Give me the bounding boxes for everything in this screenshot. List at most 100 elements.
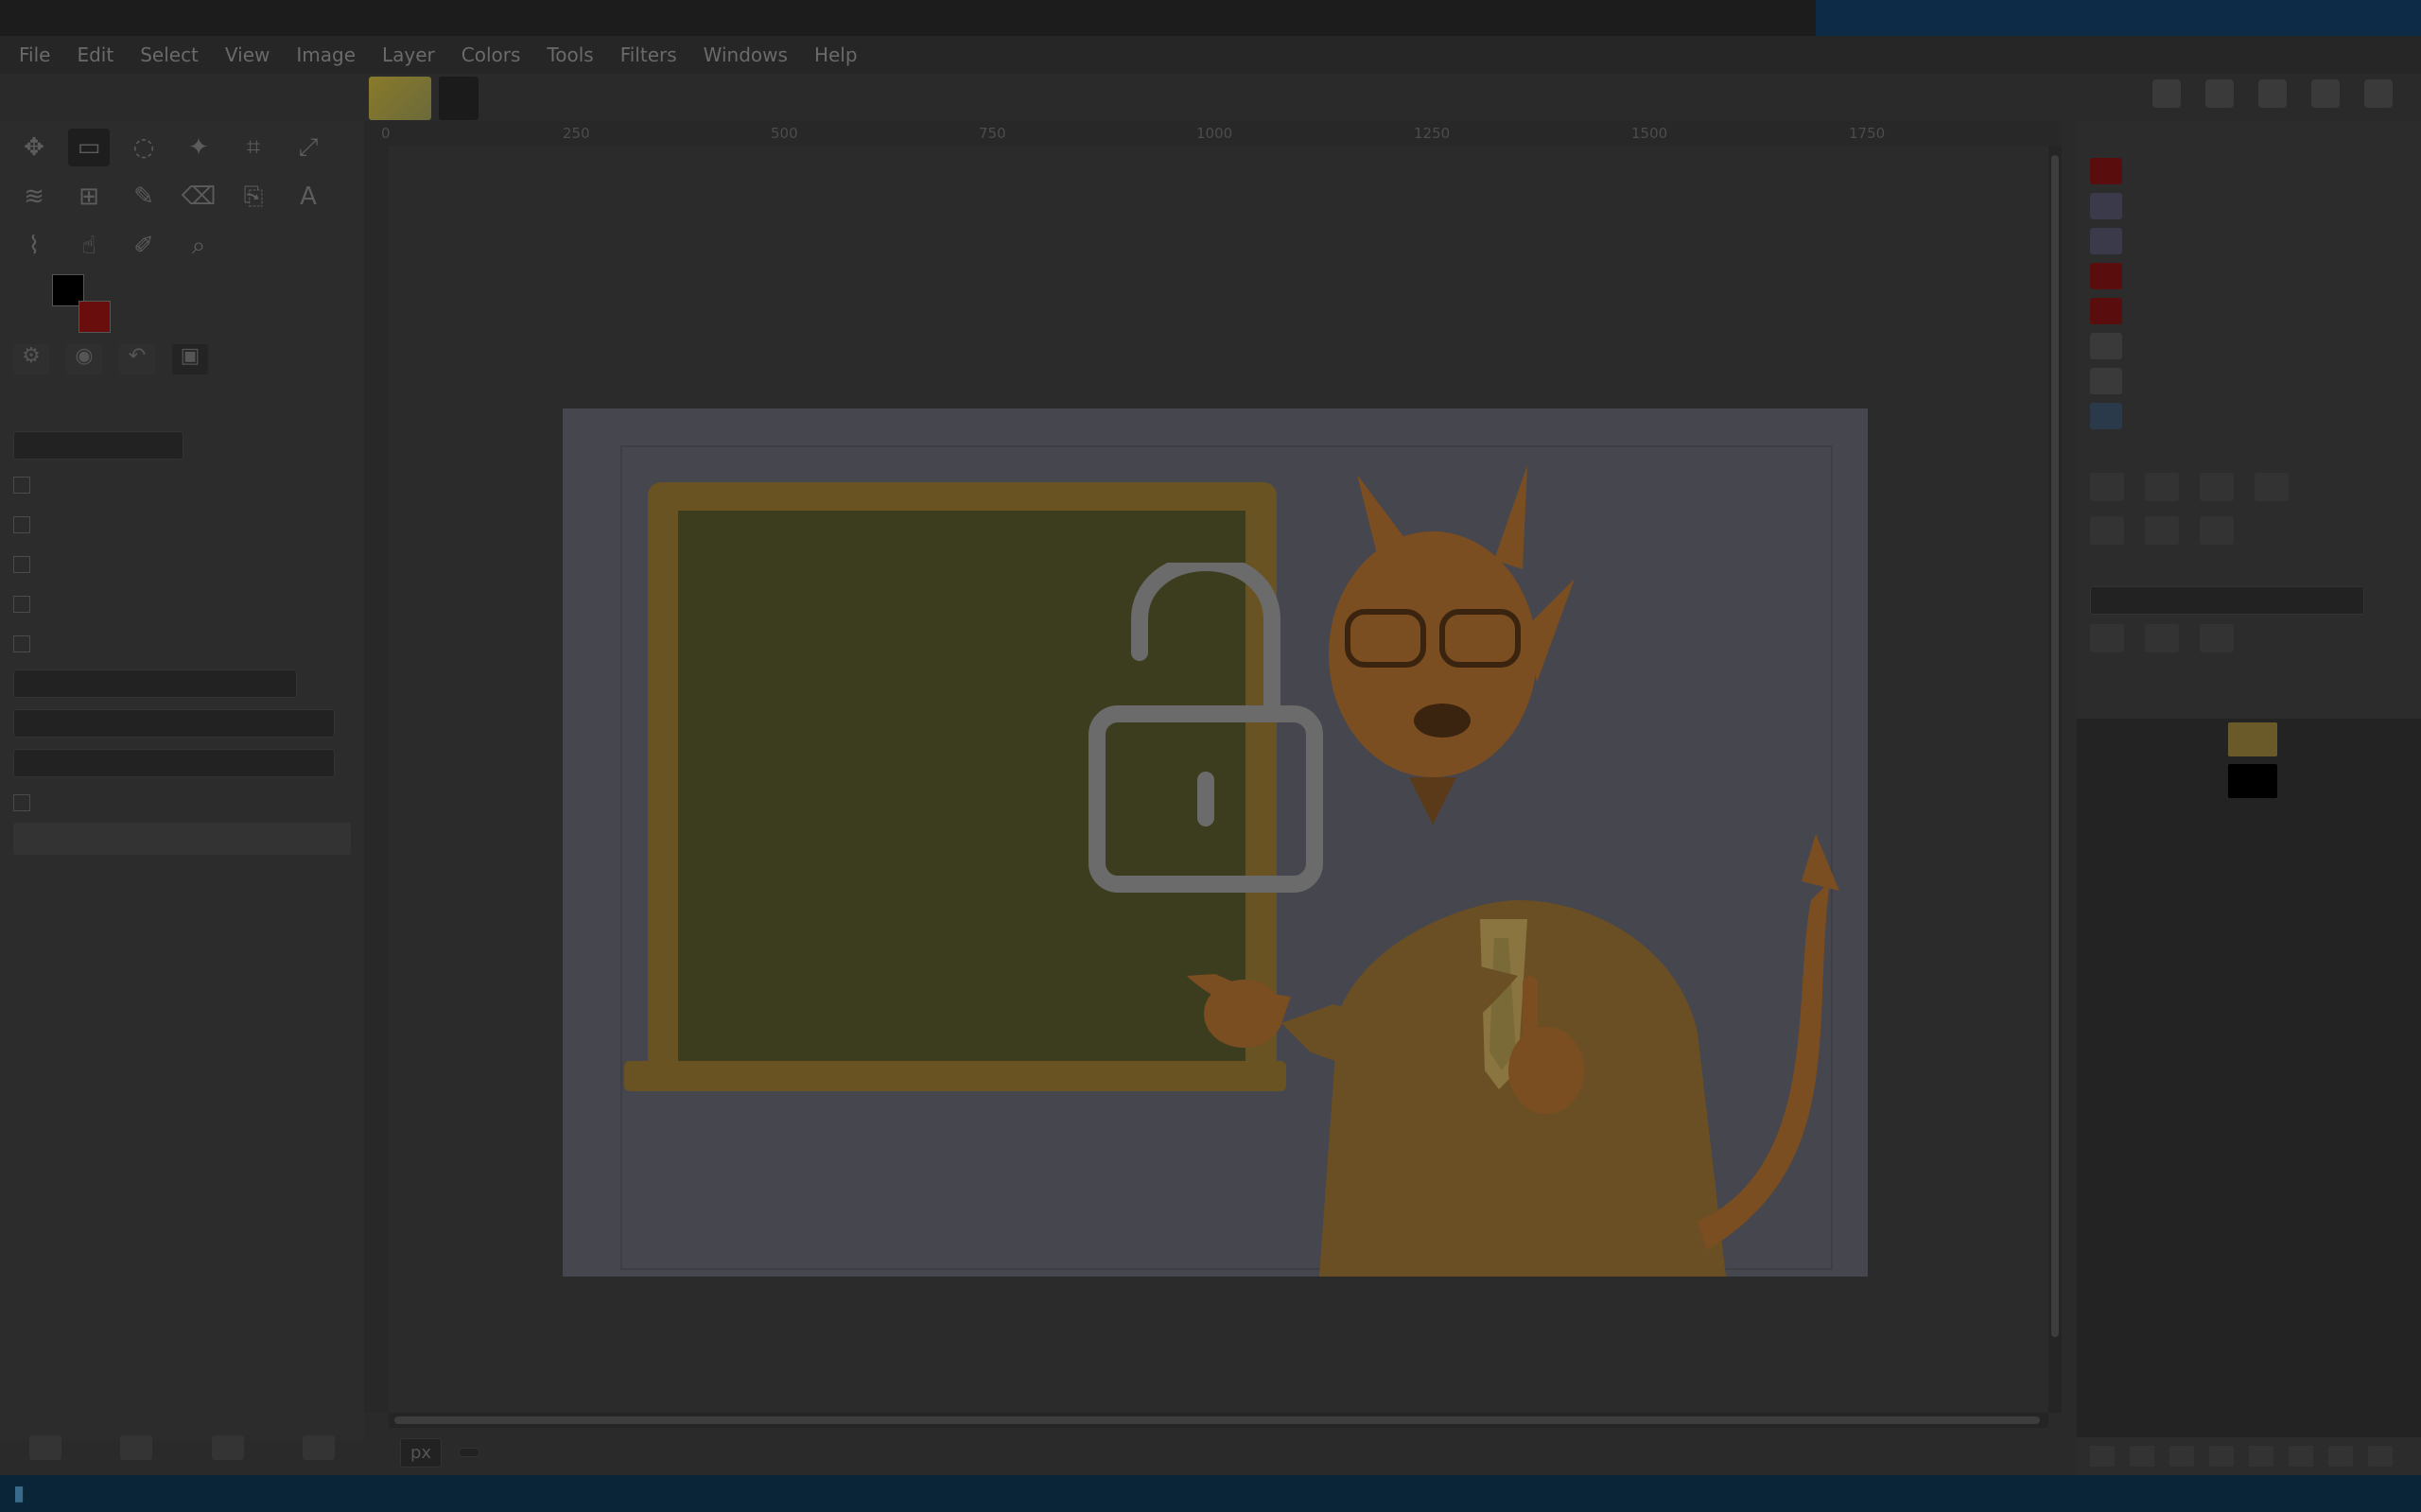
- channels-tab-icon[interactable]: [2145, 516, 2179, 545]
- menu-help[interactable]: Help: [801, 43, 871, 66]
- paintbrush-icon[interactable]: ✎: [123, 178, 165, 216]
- lock-alpha-icon[interactable]: [2200, 624, 2234, 652]
- menu-layer[interactable]: Layer: [369, 43, 448, 66]
- undo-history-tab[interactable]: ↶: [119, 344, 155, 374]
- scroll-thumb[interactable]: [394, 1416, 2040, 1424]
- merge-layer-icon[interactable]: [2289, 1446, 2313, 1467]
- unified-transform-icon[interactable]: ⊞: [68, 178, 110, 216]
- pattern-tab-icon[interactable]: [2205, 79, 2234, 108]
- brush-swatch: [2090, 297, 2122, 324]
- mask-icon[interactable]: [2328, 1446, 2353, 1467]
- brush-item[interactable]: [2077, 293, 2421, 328]
- move-icon[interactable]: ✥: [13, 129, 55, 166]
- menu-tools[interactable]: Tools: [533, 43, 606, 66]
- image-tab[interactable]: [439, 77, 479, 120]
- menu-edit[interactable]: Edit: [63, 43, 127, 66]
- brush-tab-icon[interactable]: [2152, 79, 2181, 108]
- feather-checkbox[interactable]: [13, 516, 30, 533]
- layer-mode-row[interactable]: [2077, 552, 2421, 584]
- lasso-icon[interactable]: ◌: [123, 129, 165, 166]
- fixed-checkbox[interactable]: [13, 635, 30, 652]
- text-icon[interactable]: A: [287, 178, 329, 216]
- layers-tab-icon[interactable]: [2090, 516, 2124, 545]
- image-tab-active[interactable]: [369, 77, 431, 120]
- transform-icon[interactable]: ⤢: [287, 129, 329, 166]
- paths-tab-icon[interactable]: [2200, 516, 2234, 545]
- history-tab-icon[interactable]: [2364, 79, 2393, 108]
- lock-position-icon[interactable]: [2145, 624, 2179, 652]
- clone-icon[interactable]: ⎘: [233, 178, 274, 216]
- menu-select[interactable]: Select: [127, 43, 212, 66]
- ruler-tick: 0: [381, 125, 391, 142]
- image-tabs: [369, 76, 479, 121]
- field-row: [0, 664, 364, 704]
- menu-file[interactable]: File: [6, 43, 63, 66]
- zoom-icon[interactable]: ⌕: [178, 227, 219, 265]
- lock-pixels-icon[interactable]: [2090, 624, 2124, 652]
- brush-item[interactable]: [2077, 328, 2421, 363]
- font-tab-icon[interactable]: [2258, 79, 2287, 108]
- option-row: [0, 505, 364, 545]
- lock-row: [2077, 617, 2421, 660]
- new-group-icon[interactable]: [2130, 1446, 2154, 1467]
- raise-layer-icon[interactable]: [2169, 1446, 2194, 1467]
- delete-preset-icon[interactable]: [211, 1435, 244, 1460]
- expand-checkbox[interactable]: [13, 596, 30, 613]
- layer-item[interactable]: [2077, 719, 2421, 760]
- paths-icon[interactable]: ⌇: [13, 227, 55, 265]
- brush-item[interactable]: [2077, 363, 2421, 398]
- tool-grid: ✥ ▭ ◌ ✦ ⌗ ⤢ ≋ ⊞ ✎ ⌫ ⎘ A ⌇ ☝ ✐ ⌕: [13, 129, 342, 276]
- opacity-row[interactable]: [2077, 584, 2421, 617]
- crop-icon[interactable]: ⌗: [233, 129, 274, 166]
- vertical-scrollbar[interactable]: [2048, 146, 2062, 1413]
- background-color[interactable]: [78, 301, 111, 333]
- reset-icon[interactable]: [302, 1435, 335, 1460]
- brush-item[interactable]: [2077, 223, 2421, 258]
- color-picker-icon[interactable]: ✐: [123, 227, 165, 265]
- antialias-checkbox[interactable]: [13, 477, 30, 494]
- brush-item[interactable]: [2077, 188, 2421, 223]
- save-preset-icon[interactable]: [29, 1435, 62, 1460]
- menu-colors[interactable]: Colors: [448, 43, 534, 66]
- menu-view[interactable]: View: [212, 43, 283, 66]
- brush-action-icon[interactable]: [2255, 473, 2289, 501]
- fuzzy-select-icon[interactable]: ✦: [178, 129, 219, 166]
- select-rect-icon[interactable]: ▭: [68, 129, 110, 166]
- opacity-field[interactable]: [2090, 586, 2364, 615]
- position-field[interactable]: [13, 709, 335, 738]
- highlight-checkbox[interactable]: [13, 794, 30, 811]
- menu-image[interactable]: Image: [283, 43, 369, 66]
- ruler-tick: 750: [979, 125, 1006, 142]
- new-layer-icon[interactable]: [2090, 1446, 2115, 1467]
- brush-action-icon[interactable]: [2145, 473, 2179, 501]
- menu-filters[interactable]: Filters: [607, 43, 690, 66]
- tool-options-tab[interactable]: ⚙: [13, 344, 49, 374]
- horizontal-scrollbar[interactable]: [389, 1413, 2048, 1428]
- scroll-thumb[interactable]: [2051, 155, 2059, 1337]
- eraser-icon[interactable]: ⌫: [178, 178, 219, 216]
- restore-preset-icon[interactable]: [120, 1435, 153, 1460]
- brush-item[interactable]: [2077, 398, 2421, 433]
- images-tab[interactable]: ▣: [172, 344, 208, 374]
- menu-windows[interactable]: Windows: [690, 43, 801, 66]
- duplicate-layer-icon[interactable]: [2249, 1446, 2273, 1467]
- brush-action-icon[interactable]: [2200, 473, 2234, 501]
- brush-item[interactable]: [2077, 258, 2421, 293]
- delete-layer-icon[interactable]: [2368, 1446, 2393, 1467]
- warp-icon[interactable]: ≋: [13, 178, 55, 216]
- zoom-selector[interactable]: [459, 1448, 480, 1457]
- unit-selector[interactable]: px: [400, 1437, 443, 1468]
- device-status-tab[interactable]: ◉: [66, 344, 102, 374]
- mode-field[interactable]: [13, 431, 183, 460]
- aspect-field[interactable]: [13, 669, 297, 698]
- smudge-icon[interactable]: ☝: [68, 227, 110, 265]
- rounded-checkbox[interactable]: [13, 556, 30, 573]
- app-launcher-icon[interactable]: ▮: [0, 1475, 38, 1512]
- auto-shrink-button[interactable]: [13, 823, 351, 855]
- brush-action-icon[interactable]: [2090, 473, 2124, 501]
- size-field[interactable]: [13, 749, 335, 777]
- brush-item[interactable]: [2077, 153, 2421, 188]
- document-tab-icon[interactable]: [2311, 79, 2340, 108]
- layer-item[interactable]: [2077, 760, 2421, 802]
- lower-layer-icon[interactable]: [2209, 1446, 2234, 1467]
